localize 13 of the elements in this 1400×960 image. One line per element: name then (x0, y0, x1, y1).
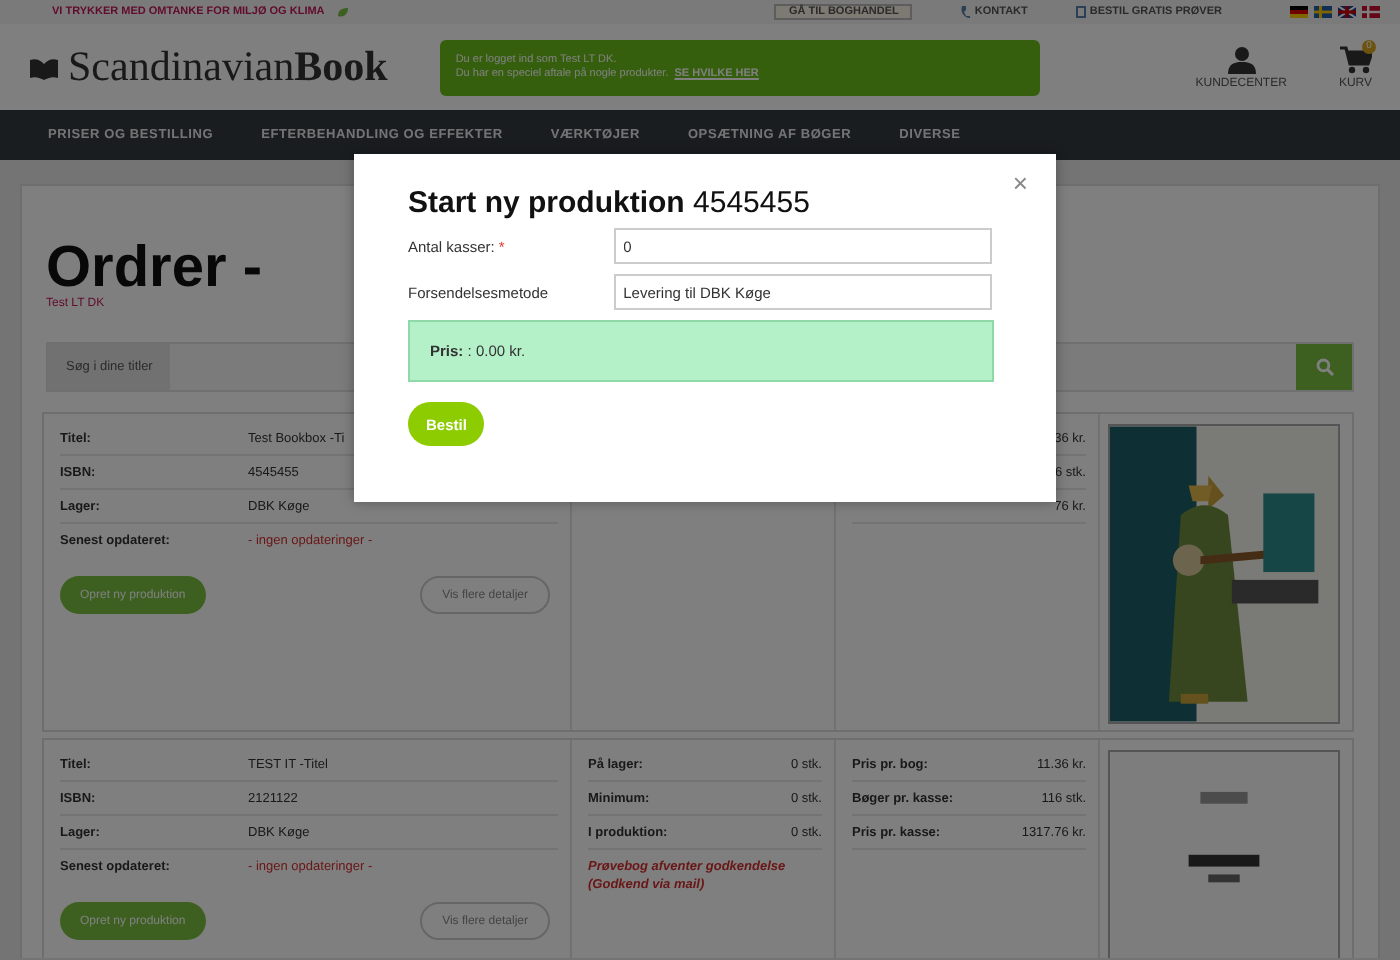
search-icon (1315, 358, 1333, 376)
flag-icon[interactable] (1314, 6, 1332, 18)
dialog-title: Start ny produktion 4545455 (408, 186, 812, 220)
page-title: Ordrer - (46, 234, 262, 296)
flag-icon[interactable] (1290, 6, 1308, 18)
site-logo[interactable]: ScandinavianBook (68, 42, 388, 92)
leaf-icon (336, 6, 349, 18)
flag-icon[interactable] (1338, 6, 1356, 18)
close-button[interactable]: × (1012, 172, 1028, 196)
phone-icon (960, 6, 971, 18)
flag-icon[interactable] (1362, 6, 1380, 18)
person-icon[interactable] (1227, 45, 1256, 73)
cart-icon[interactable] (1339, 45, 1372, 73)
